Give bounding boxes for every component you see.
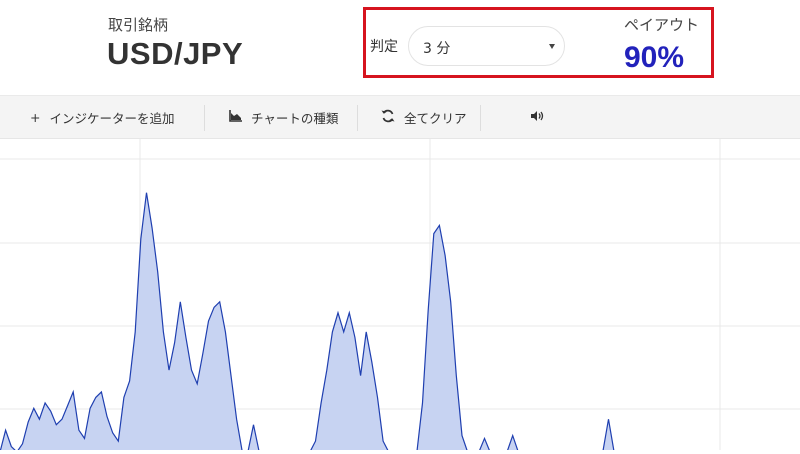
- add-indicator-button[interactable]: + インジケーターを追加: [30, 96, 175, 138]
- refresh-icon: [381, 109, 395, 126]
- symbol-label: 取引銘柄: [108, 16, 169, 34]
- symbol-value[interactable]: USD/JPY: [107, 36, 243, 72]
- plus-icon: +: [30, 109, 41, 125]
- chart-grid: [0, 139, 800, 450]
- speaker-icon: [530, 110, 545, 125]
- add-indicator-label: インジケーターを追加: [49, 110, 175, 126]
- payout-label: ペイアウト: [624, 16, 700, 34]
- toolbar-divider: [204, 105, 205, 131]
- toolbar-divider: [357, 105, 358, 131]
- trade-header: 取引銘柄 USD/JPY 判定 3 分 ペイアウト 90%: [0, 0, 800, 95]
- chart-type-button[interactable]: チャートの種類: [229, 96, 338, 138]
- price-area: [0, 192, 800, 452]
- payout-value: 90%: [624, 41, 685, 74]
- clear-all-label: 全てクリア: [404, 110, 467, 126]
- price-chart[interactable]: [0, 139, 800, 453]
- chart-type-label: チャートの種類: [251, 110, 339, 126]
- caret-down-icon: [549, 44, 555, 49]
- clear-all-button[interactable]: 全てクリア: [381, 96, 467, 138]
- toolbar-divider: [480, 105, 481, 131]
- chart-toolbar: + インジケーターを追加 チャートの種類 全てクリア: [0, 95, 800, 139]
- judgement-label: 判定: [370, 39, 398, 55]
- duration-value: 3 分: [423, 41, 451, 57]
- price-chart-svg: [0, 139, 800, 453]
- area-chart-icon: [229, 109, 242, 125]
- sound-toggle-button[interactable]: [530, 96, 545, 138]
- price-line: [0, 192, 800, 453]
- duration-select[interactable]: 3 分: [408, 26, 565, 66]
